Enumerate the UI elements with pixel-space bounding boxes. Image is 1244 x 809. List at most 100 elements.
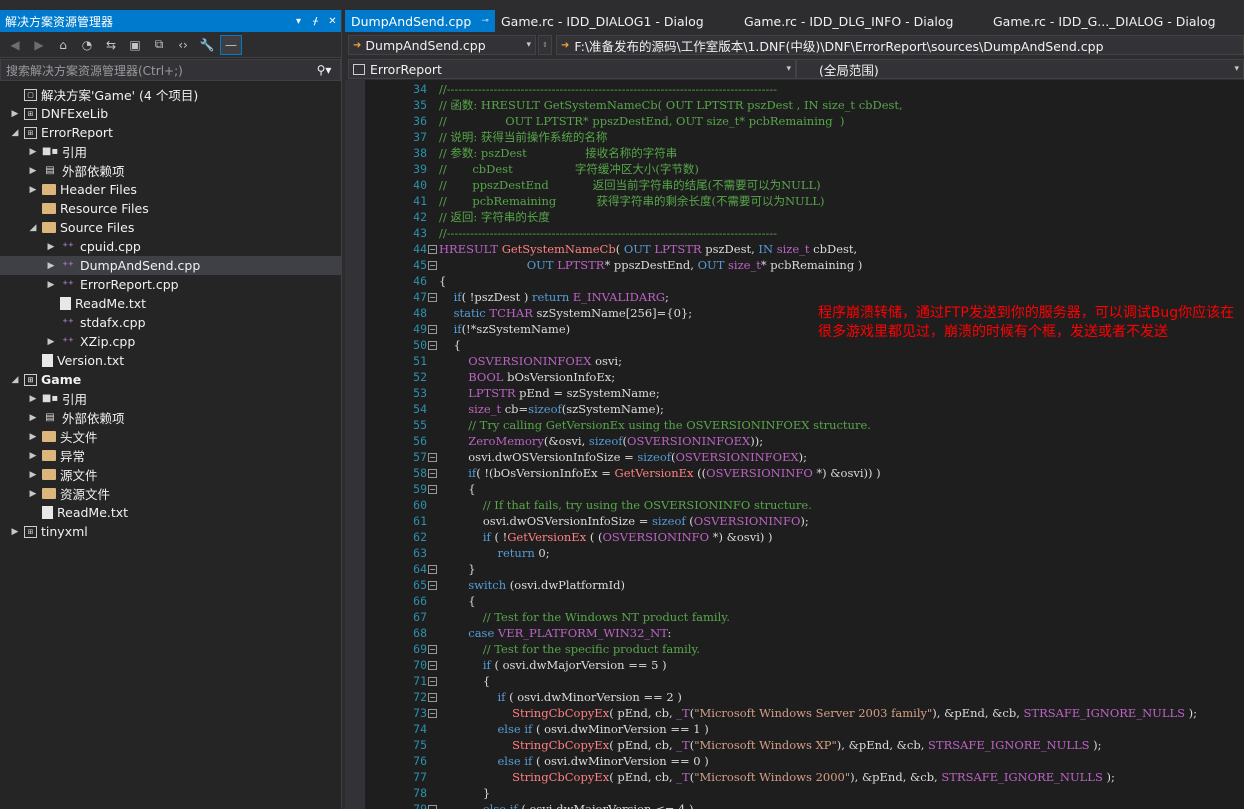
code-line[interactable]: BOOL bOsVersionInfoEx; [439,369,615,385]
history-icon[interactable]: ◔ [76,35,98,55]
tree-node[interactable]: ▶ ⊞ tinyxml [0,522,341,541]
fold-toggle-icon[interactable]: − [428,661,437,670]
code-line[interactable]: return 0; [439,545,550,561]
code-line[interactable]: OUT LPTSTR* ppszDestEnd, OUT size_t* pcb… [439,257,863,273]
tree-node[interactable]: ReadMe.txt [0,503,341,522]
code-line[interactable]: // pcbRemaining 获得字符串的剩余长度(不需要可以为NULL) [439,193,824,209]
tree-node[interactable]: ◢ ⊞ ErrorReport [0,123,341,142]
tree-node[interactable]: ▶ ■▪ 引用 [0,389,341,408]
show-all-files-icon[interactable]: ⧉ [148,35,170,55]
fold-toggle-icon[interactable]: − [428,709,437,718]
collapsed-arrow-icon[interactable]: ▶ [44,261,58,271]
code-line[interactable]: // Test for the Windows NT product famil… [439,609,730,625]
code-line[interactable]: //--------------------------------------… [439,81,777,97]
code-line[interactable]: else if ( osvi.dwMajorVersion <= 4 ) [439,801,694,809]
code-line[interactable]: HRESULT GetSystemNameCb( OUT LPTSTR pszD… [439,241,857,257]
code-line[interactable]: if ( !GetVersionEx ( (OSVERSIONINFO *) &… [439,529,773,545]
code-line[interactable]: { [439,337,461,353]
code-line[interactable]: // 返回: 字符串的长度 [439,209,550,225]
code-line[interactable]: // 函数: HRESULT GetSystemNameCb( OUT LPTS… [439,97,903,113]
tree-node[interactable]: ▶ 异常 [0,446,341,465]
tree-node[interactable]: ▶ ▤ 外部依赖项 [0,161,341,180]
search-placeholder[interactable]: 搜索解决方案资源管理器(Ctrl+;) [6,62,308,79]
fold-toggle-icon[interactable]: − [428,693,437,702]
tab-2[interactable]: Game.rc - IDD_DLG_INFO - Dialog [738,10,987,32]
tree-node[interactable]: ▶ 资源文件 [0,484,341,503]
code-line[interactable]: if( !pszDest ) return E_INVALIDARG; [439,289,669,305]
code-line[interactable]: else if ( osvi.dwMinorVersion == 1 ) [439,721,709,737]
back-icon[interactable]: ◀ [4,35,26,55]
code-line[interactable]: LPTSTR pEnd = szSystemName; [439,385,659,401]
tree-node[interactable]: ▶ ⁺⁺ XZip.cpp [0,332,341,351]
code-line[interactable]: if ( osvi.dwMajorVersion == 5 ) [439,657,667,673]
file-dropdown[interactable]: ➜ DumpAndSend.cpp ▾ [348,35,536,55]
expanded-arrow-icon[interactable]: ◢ [26,223,40,233]
code-line[interactable]: // OUT LPTSTR* ppszDestEnd, OUT size_t* … [439,113,844,129]
code-line[interactable]: static TCHAR szSystemName[256]={0}; [439,305,693,321]
code-view-icon[interactable]: ‹› [172,35,194,55]
collapsed-arrow-icon[interactable]: ▶ [26,394,40,404]
code-line[interactable]: if ( osvi.dwMinorVersion == 2 ) [439,689,682,705]
collapsed-arrow-icon[interactable]: ▶ [26,166,40,176]
code-line[interactable]: { [439,273,446,289]
code-line[interactable]: // 参数: pszDest 接收名称的字符串 [439,145,677,161]
tree-node[interactable]: ▶ ⊞ DNFExeLib [0,104,341,123]
tab-1[interactable]: Game.rc - IDD_DIALOG1 - Dialog [495,10,738,32]
properties-wrench-icon[interactable]: 🔧 [196,35,218,55]
tree-node[interactable]: ▢ 解决方案'Game' (4 个项目) [0,85,341,104]
code-line[interactable]: StringCbCopyEx( pEnd, cb, _T("Microsoft … [439,769,1115,785]
collapsed-arrow-icon[interactable]: ▶ [8,109,22,119]
collapsed-arrow-icon[interactable]: ▶ [26,451,40,461]
code-line[interactable]: // Test for the specific product family. [439,641,700,657]
search-icon[interactable]: ⚲▾ [308,63,340,77]
solution-explorer-search[interactable]: 搜索解决方案资源管理器(Ctrl+;) ⚲▾ [0,59,341,81]
collapsed-arrow-icon[interactable]: ▶ [44,242,58,252]
tree-node[interactable]: ▶ ⁺⁺ DumpAndSend.cpp [0,256,341,275]
code-line[interactable]: // Try calling GetVersionEx using the OS… [439,417,871,433]
tree-node[interactable]: ▶ Header Files [0,180,341,199]
code-line[interactable]: //--------------------------------------… [439,225,777,241]
fold-toggle-icon[interactable]: − [428,245,437,254]
collapsed-arrow-icon[interactable]: ▶ [26,185,40,195]
collapsed-arrow-icon[interactable]: ▶ [26,432,40,442]
collapsed-arrow-icon[interactable]: ▶ [8,527,22,537]
code-line[interactable]: case VER_PLATFORM_WIN32_NT: [439,625,671,641]
fold-toggle-icon[interactable]: − [428,261,437,270]
project-dropdown[interactable]: ErrorReport ▾ [348,59,796,79]
preview-icon[interactable]: — [220,34,242,55]
tree-node[interactable]: ▶ ■▪ 引用 [0,142,341,161]
code-line[interactable]: osvi.dwOSVersionInfoSize = sizeof(OSVERS… [439,449,807,465]
scope-dropdown[interactable]: (全局范围) ▾ [796,59,1244,79]
forward-icon[interactable]: ▶ [28,35,50,55]
code-line[interactable]: ZeroMemory(&osvi, sizeof(OSVERSIONINFOEX… [439,433,763,449]
code-line[interactable]: { [439,593,475,609]
tree-node[interactable]: ▶ ▤ 外部依赖项 [0,408,341,427]
tree-node[interactable]: ▶ ⁺⁺ ErrorReport.cpp [0,275,341,294]
collapse-all-icon[interactable]: ▣ [124,35,146,55]
code-line[interactable]: size_t cb=sizeof(szSystemName); [439,401,664,417]
fold-toggle-icon[interactable]: − [428,645,437,654]
code-line[interactable]: } [439,785,490,801]
code-line[interactable]: StringCbCopyEx( pEnd, cb, _T("Microsoft … [439,705,1197,721]
code-line[interactable]: // If that fails, try using the OSVERSIO… [439,497,812,513]
collapsed-arrow-icon[interactable]: ▶ [26,413,40,423]
code-line[interactable]: if(!*szSystemName) [439,321,570,337]
pin-icon[interactable]: ᚋ [307,16,324,27]
fold-toggle-icon[interactable]: − [428,565,437,574]
tab-0[interactable]: DumpAndSend.cpp ⊸ [345,10,495,32]
fold-toggle-icon[interactable]: − [428,805,437,809]
tree-node[interactable]: ⁺⁺ stdafx.cpp [0,313,341,332]
code-line[interactable]: // ppszDestEnd 返回当前字符串的结尾(不需要可以为NULL) [439,177,821,193]
fold-toggle-icon[interactable]: − [428,325,437,334]
tree-node[interactable]: Version.txt [0,351,341,370]
sync-icon[interactable]: ⇆ [100,35,122,55]
fold-toggle-icon[interactable]: − [428,469,437,478]
code-line[interactable]: } [439,561,475,577]
tree-node[interactable]: ▶ 头文件 [0,427,341,446]
fold-toggle-icon[interactable]: − [428,581,437,590]
fold-toggle-icon[interactable]: − [428,677,437,686]
code-line[interactable]: if( !(bOsVersionInfoEx = GetVersionEx ((… [439,465,880,481]
tree-node[interactable]: ▶ 源文件 [0,465,341,484]
tab-3[interactable]: Game.rc - IDD_G..._DIALOG - Dialog [987,10,1222,32]
code-line[interactable]: StringCbCopyEx( pEnd, cb, _T("Microsoft … [439,737,1101,753]
